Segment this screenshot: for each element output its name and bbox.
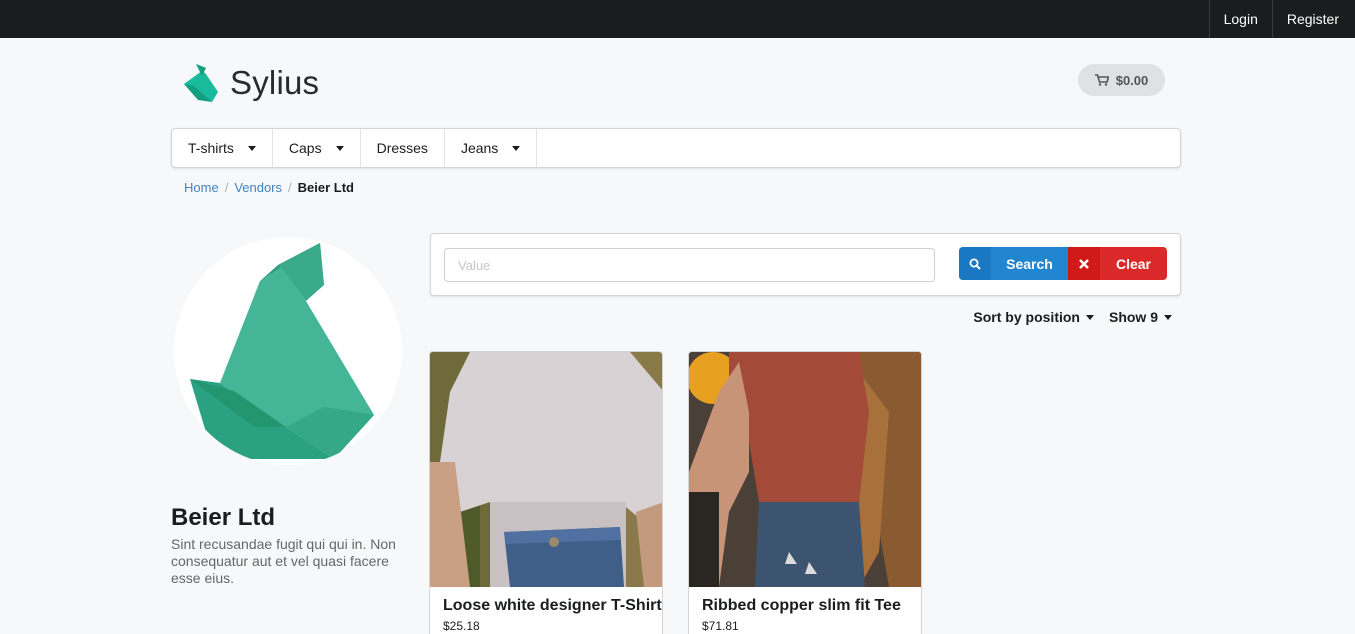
menu-item-jeans[interactable]: Jeans [445,129,538,167]
caret-down-icon [1164,314,1172,320]
breadcrumb-home[interactable]: Home [184,180,219,195]
product-image[interactable] [689,352,921,587]
caret-down-icon [1085,314,1094,320]
menu-item-label: Dresses [376,140,428,156]
vendor-description: Sint recusandae fugit qui qui in. Non co… [171,536,396,586]
menu-item-dresses[interactable]: Dresses [361,129,445,167]
caret-down-icon [335,145,344,151]
search-icon [959,247,991,280]
account-links: Login Register [1208,0,1353,38]
product-price: $71.81 [702,619,739,633]
menu-item-label: Caps [288,140,322,156]
clear-button-label: Clear [1115,255,1152,272]
cart-total: $0.00 [1115,72,1149,88]
search-panel: Search Clear [430,233,1181,296]
register-link[interactable]: Register [1271,0,1353,38]
category-menu: T-shirts Caps Dresses Jeans [171,128,1181,168]
caret-down-icon [247,145,256,151]
caret-down-icon [512,145,521,151]
clear-button[interactable]: Clear [1068,247,1167,280]
sylius-swan-icon [184,64,218,102]
login-link[interactable]: Login [1208,0,1272,38]
breadcrumb-current: Beier Ltd [297,180,354,195]
menu-item-caps[interactable]: Caps [273,129,361,167]
sylius-swan-icon [190,243,374,459]
brand-name: Sylius [230,64,320,101]
menu-item-label: Jeans [460,140,499,156]
sort-dropdown[interactable]: Sort by position [973,309,1094,325]
cart-button[interactable]: $0.00 [1078,64,1165,96]
breadcrumb-separator: / [288,180,292,195]
product-title[interactable]: Ribbed copper slim fit Tee [702,597,901,615]
search-button-label: Search [1006,255,1053,272]
search-button[interactable]: Search [959,247,1068,280]
product-image[interactable] [430,352,662,587]
menu-item-tshirts[interactable]: T-shirts [172,129,273,167]
product-card[interactable]: Loose white designer T-Shirt $25.18 [429,351,663,634]
sorting-controls: Sort by position Show 9 [958,309,1172,325]
product-price: $25.18 [443,619,480,633]
menu-item-label: T-shirts [188,140,234,156]
vendor-name: Beier Ltd [171,504,276,531]
site-logo[interactable]: Sylius [182,62,319,104]
vendor-logo-image [174,237,402,465]
breadcrumb-vendors[interactable]: Vendors [234,180,282,195]
close-icon [1068,247,1100,280]
show-count-dropdown[interactable]: Show 9 [1109,309,1172,325]
show-count-label: Show 9 [1108,309,1158,325]
breadcrumb: Home / Vendors / Beier Ltd [184,180,354,195]
top-bar: Login Register [0,0,1355,38]
product-title[interactable]: Loose white designer T-Shirt [443,597,662,615]
breadcrumb-separator: / [224,180,229,195]
product-card[interactable]: Ribbed copper slim fit Tee $71.81 [688,351,922,634]
sort-dropdown-label: Sort by position [973,309,1080,325]
cart-icon [1094,74,1109,86]
search-input[interactable] [444,248,935,282]
